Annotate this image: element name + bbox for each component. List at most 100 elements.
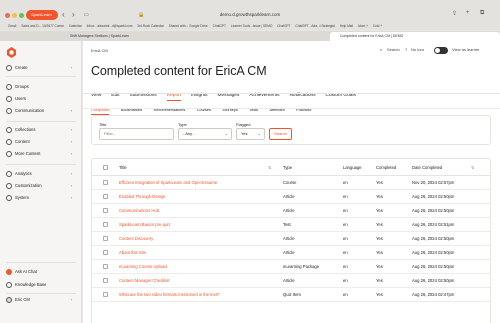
customization-icon: [6, 183, 12, 189]
table-row[interactable]: Enabled Through Design Article en Yes Aug 26…: [92, 190, 490, 204]
table-row[interactable]: Efficient Integration of SparkLearn and …: [92, 176, 490, 190]
column-header-title[interactable]: Title: [119, 159, 127, 176]
row-date-completed: Aug 26, 2024 02:51pm: [412, 222, 455, 227]
help-icon[interactable]: ?: [405, 47, 407, 53]
row-title-link[interactable]: Efficient Integration of SparkLearn and …: [119, 176, 217, 190]
sidebar-item-content[interactable]: Content ›: [6, 137, 76, 147]
table-row[interactable]: Communications Hub Article en Yes Aug 26, 20…: [92, 204, 490, 218]
sidebar-item-user-menu[interactable]: Eric CM ›: [6, 295, 76, 305]
sort-icon[interactable]: ⇅: [268, 159, 271, 176]
bookmark[interactable]: Cold +: [373, 24, 382, 28]
row-checkbox[interactable]: [103, 264, 108, 269]
row-checkbox[interactable]: [103, 208, 108, 213]
row-title-link[interactable]: SparkLearn Basics pre-quiz: [119, 218, 170, 232]
table-row[interactable]: About this Site Article en Yes Aug 26, 2024 …: [92, 246, 490, 260]
row-checkbox[interactable]: [103, 278, 108, 283]
no-tour-link[interactable]: No tour: [411, 47, 424, 53]
sort-icon[interactable]: ⇅: [471, 159, 474, 176]
bookmark[interactable]: Help Mail: [340, 24, 353, 28]
row-language: en: [343, 264, 348, 269]
search-button[interactable]: Search: [269, 128, 292, 140]
zoom-window-icon[interactable]: [19, 13, 24, 18]
row-date-completed: Aug 26, 2024 02:47pm: [412, 292, 455, 297]
row-title-link[interactable]: Enabled Through Design: [119, 190, 165, 204]
sparklearn-logo[interactable]: [7, 47, 16, 58]
tab-group-pill[interactable]: SparkLearn: [26, 10, 58, 20]
sidebar-item-label: Knowledge Base: [15, 282, 47, 287]
row-checkbox[interactable]: [103, 194, 108, 199]
sidebar-item-more-content[interactable]: More Content ›: [6, 149, 76, 159]
bookmark[interactable]: ChatGPT: [213, 24, 226, 28]
minimize-window-icon[interactable]: [12, 13, 17, 18]
forward-icon[interactable]: ›: [72, 10, 75, 20]
sidebar-item-analytics[interactable]: Analytics ›: [6, 169, 76, 179]
select-all-checkbox[interactable]: [103, 165, 108, 170]
back-icon[interactable]: ‹: [62, 10, 65, 20]
bookmark[interactable]: Shared with... Google Drive: [169, 24, 208, 28]
row-checkbox[interactable]: [103, 222, 108, 227]
bookmark[interactable]: Sales and D... 10/2877 Comm: [21, 24, 64, 28]
share-icon[interactable]: ⇪: [452, 10, 457, 17]
table-row[interactable]: eLearning Course Upload eLearning Package…: [92, 260, 490, 274]
view-as-learner-toggle[interactable]: [434, 47, 448, 54]
title-filter-input[interactable]: Filter...: [99, 128, 174, 140]
bookmark[interactable]: Gmail: [8, 24, 16, 28]
column-header-language[interactable]: Language: [343, 159, 362, 176]
row-checkbox[interactable]: [103, 180, 108, 185]
flagged-filter-select[interactable]: Yes ⌄: [236, 128, 265, 140]
sidebar-item-create[interactable]: Create ›: [6, 63, 76, 73]
divider: [6, 262, 76, 263]
sidebar-item-ask-ai-chat[interactable]: Ask AI Chat: [6, 267, 76, 277]
sidebar-toggle-icon[interactable]: ▭: [84, 10, 89, 20]
table-row[interactable]: What are the two video formats mentioned…: [92, 288, 490, 302]
column-header-type[interactable]: Type: [283, 159, 292, 176]
sidebar-item-knowledge-base[interactable]: Knowledge Base: [6, 280, 76, 290]
bookmark[interactable]: Inbox - alexandr...d@sparkl.com: [87, 24, 133, 28]
row-title-link[interactable]: eLearning Course Upload: [119, 260, 167, 274]
sidebar-item-label: Users: [15, 96, 26, 101]
sidebar-item-communication[interactable]: Communication ›: [6, 106, 76, 116]
search-icon[interactable]: ⌕: [380, 47, 382, 53]
row-title-link[interactable]: What are the two video formats mentioned…: [119, 288, 219, 302]
search-link[interactable]: Search: [387, 47, 400, 53]
sidebar-item-collections[interactable]: Collections ›: [6, 125, 76, 135]
sidebar-item-label: Collections: [15, 127, 36, 132]
type-filter-select[interactable]: - Any - ⌄: [178, 128, 232, 140]
column-header-date-completed[interactable]: Date Completed: [412, 159, 442, 176]
row-title-link[interactable]: Content Manager Checklist: [119, 274, 170, 288]
browser-tab-active[interactable]: Completed content for EricA CM | DEMO: [330, 32, 500, 41]
row-checkbox[interactable]: [103, 236, 108, 241]
bookmark[interactable]: 3rd Rock Calendar: [137, 24, 164, 28]
column-header-completed[interactable]: Completed: [376, 159, 396, 176]
chevron-right-icon: ›: [70, 108, 72, 113]
table-row[interactable]: Content Manager Checklist Article en Yes Aug…: [92, 274, 490, 288]
sidebar-item-users[interactable]: Users: [6, 94, 76, 104]
tabs-overview-icon[interactable]: ⧉: [480, 10, 484, 17]
row-title-link[interactable]: Content Discovery: [119, 232, 153, 246]
row-checkbox[interactable]: [103, 292, 108, 297]
bookmark[interactable]: Atom +: [358, 24, 368, 28]
browser-tab[interactable]: Shift Managers Sections | SparkLearn: [60, 32, 180, 41]
bookmark[interactable]: Calendar: [69, 24, 82, 28]
chevron-right-icon: ›: [70, 139, 72, 144]
sidebar-item-system[interactable]: System ›: [6, 193, 76, 203]
new-tab-icon[interactable]: +: [466, 10, 470, 16]
bookmark[interactable]: Learner Tools...Issue | SEMO: [231, 24, 273, 28]
bookmark[interactable]: ChatGPT: [277, 24, 290, 28]
collections-icon: [6, 127, 12, 133]
divider: [83, 108, 500, 109]
table-row[interactable]: Content Discovery Article en Yes Aug 26, 202…: [92, 232, 490, 246]
sidebar-item-customization[interactable]: Customization ›: [6, 181, 76, 191]
sidebar-item-groups[interactable]: Groups: [6, 82, 76, 92]
breadcrumb[interactable]: EricA CM: [91, 48, 108, 53]
address-bar[interactable]: demo.d.growthsparklearn.com: [160, 9, 340, 21]
main-content: EricA CM ⌕ Search ? No tour View as lear…: [83, 41, 500, 323]
chat-icon: [6, 108, 12, 114]
row-title-link[interactable]: Communications Hub: [119, 204, 159, 218]
bookmark[interactable]: ChatGPT - Ada...t Strategist: [295, 24, 334, 28]
close-window-icon[interactable]: [5, 13, 10, 18]
row-checkbox[interactable]: [103, 250, 108, 255]
table-row[interactable]: SparkLearn Basics pre-quiz Test en Yes Aug 2…: [92, 218, 490, 232]
row-title-link[interactable]: About this Site: [119, 246, 146, 260]
users-icon: [6, 96, 12, 102]
